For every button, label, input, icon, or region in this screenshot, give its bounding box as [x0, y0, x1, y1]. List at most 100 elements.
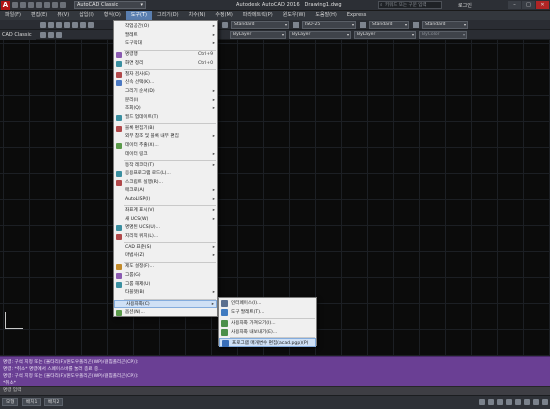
menu-item[interactable]: AutoLISP(I) ▸: [114, 196, 217, 204]
menu-item[interactable]: 새 UCS(W) ▸: [114, 216, 217, 224]
lineweight-select[interactable]: ByLayer ▾: [354, 31, 416, 39]
tab-layout2[interactable]: 배치2: [44, 398, 64, 406]
menu-item[interactable]: 타블렛(B) ▸: [114, 289, 217, 297]
menu-dimension[interactable]: 치수(N): [184, 11, 211, 20]
menu-item[interactable]: 동작 레코더(T) ▸: [114, 162, 217, 170]
redo-icon[interactable]: [60, 2, 66, 8]
tab-model[interactable]: 모형: [2, 398, 19, 406]
table-style-select[interactable]: Standard ▾: [369, 21, 409, 29]
menu-item[interactable]: 철자 검사(E): [114, 71, 217, 79]
print-icon[interactable]: [64, 22, 70, 28]
save-drawing-icon[interactable]: [56, 22, 62, 28]
text-style-select[interactable]: Standard ▾: [231, 21, 289, 29]
grid-toggle-icon[interactable]: [479, 399, 485, 405]
menu-item[interactable]: 명령행 Ctrl+9: [114, 51, 217, 59]
new-icon[interactable]: [12, 2, 18, 8]
save-as-icon[interactable]: [36, 2, 42, 8]
submenu-item[interactable]: 인터페이스(I)...: [219, 299, 316, 308]
customization-icon[interactable]: [542, 399, 548, 405]
undo-icon[interactable]: [52, 2, 58, 8]
layer-state-icon[interactable]: [48, 32, 54, 38]
title-bar: A AutoCAD Classic ▾ Autodesk AutoCAD 201…: [0, 0, 550, 11]
menu-item[interactable]: 분리(I) ▸: [114, 97, 217, 105]
menu-tools[interactable]: 도구(T): [125, 11, 152, 20]
open-drawing-icon[interactable]: [48, 22, 54, 28]
menu-format[interactable]: 형식(O): [99, 11, 126, 20]
search-input[interactable]: ⌕ 키워드 또는 구문 입력: [378, 1, 442, 9]
menu-item[interactable]: 데이터 링크 ▸: [114, 151, 217, 159]
plot-style-select[interactable]: ByColor ▾: [419, 31, 467, 39]
paste-icon[interactable]: [88, 22, 94, 28]
open-icon[interactable]: [20, 2, 26, 8]
workspace-switch-icon[interactable]: [533, 399, 539, 405]
mleader-style-icon[interactable]: [413, 22, 419, 28]
new-drawing-icon[interactable]: [40, 22, 46, 28]
layer-previous-icon[interactable]: [56, 32, 62, 38]
maximize-icon[interactable]: □: [522, 1, 535, 9]
menu-item[interactable]: 데이터 추출(X)...: [114, 142, 217, 150]
menu-item[interactable]: 그리기 순서(D) ▸: [114, 88, 217, 96]
menu-item[interactable]: 작업공간(O) ▸: [114, 23, 217, 31]
menu-item[interactable]: 화면 정리 Ctrl+0: [114, 60, 217, 68]
menu-item[interactable]: 옵션(N)...: [114, 309, 217, 317]
menu-item[interactable]: CAD 표준(S) ▸: [114, 244, 217, 252]
close-icon[interactable]: ✕: [536, 1, 549, 9]
menu-modify[interactable]: 수정(M): [210, 11, 237, 20]
command-input[interactable]: 명령 입력: [0, 386, 550, 395]
osnap-toggle-icon[interactable]: [515, 399, 521, 405]
polar-toggle-icon[interactable]: [506, 399, 512, 405]
menu-help[interactable]: 도움말(H): [310, 11, 341, 20]
menu-item[interactable]: 스크립트 실행(R)...: [114, 179, 217, 187]
linetype-select[interactable]: ByLayer ▾: [289, 31, 351, 39]
copy-icon[interactable]: [80, 22, 86, 28]
menu-file[interactable]: 파일(F): [0, 11, 26, 20]
submenu-item[interactable]: 사용자화 내보내기(E)...: [219, 328, 316, 337]
save-icon[interactable]: [28, 2, 34, 8]
dim-style-icon[interactable]: [293, 22, 299, 28]
cut-icon[interactable]: [72, 22, 78, 28]
menu-item[interactable]: 그룹 해제(U): [114, 281, 217, 289]
menu-item[interactable]: 명명된 UCS(U)...: [114, 224, 217, 232]
layer-properties-icon[interactable]: [40, 32, 46, 38]
menu-parametric[interactable]: 파라메트릭(P): [238, 11, 278, 20]
menu-item[interactable]: 매크로(A) ▸: [114, 187, 217, 195]
submenu-item[interactable]: 프로그램 매개변수 편집(acad.pgp)(P): [219, 338, 316, 347]
menu-item[interactable]: 필드 업데이트(T): [114, 114, 217, 122]
menu-draw[interactable]: 그리기(D): [152, 11, 184, 20]
snap-toggle-icon[interactable]: [488, 399, 494, 405]
autocad-logo-icon[interactable]: A: [1, 1, 10, 10]
menu-item[interactable]: 제도 설정(F)...: [114, 263, 217, 271]
dim-style-select[interactable]: ISO-25 ▾: [302, 21, 356, 29]
menu-item[interactable]: 사용자화(C) ▸: [114, 300, 217, 309]
chevron-down-icon: ▾: [404, 22, 407, 27]
menu-item[interactable]: 도구막대 ▸: [114, 40, 217, 48]
table-style-icon[interactable]: [360, 22, 366, 28]
color-select[interactable]: ByLayer ▾: [230, 31, 286, 39]
menu-item[interactable]: 그룹(G): [114, 272, 217, 280]
menu-insert[interactable]: 삽입(I): [74, 11, 99, 20]
submenu-item[interactable]: 사용자화 가져오기(I)...: [219, 319, 316, 328]
menu-item[interactable]: 마법사(Z) ▸: [114, 252, 217, 260]
minimize-icon[interactable]: –: [508, 1, 521, 9]
menu-view[interactable]: 뷰(V): [52, 11, 74, 20]
menu-item[interactable]: 조회(Q) ▸: [114, 105, 217, 113]
menu-item[interactable]: 외부 참조 및 블록 내부 편집 ▸: [114, 133, 217, 141]
ortho-toggle-icon[interactable]: [497, 399, 503, 405]
menu-express[interactable]: Express: [342, 11, 372, 20]
menu-item[interactable]: 블록 편집기(B): [114, 125, 217, 133]
menu-item[interactable]: 좌표계 표시(V) ▸: [114, 207, 217, 215]
login-button[interactable]: 로그인: [458, 2, 472, 9]
tab-layout1[interactable]: 배치1: [22, 398, 42, 406]
menu-item[interactable]: 신속 선택(K)...: [114, 79, 217, 87]
menu-item[interactable]: 응용프로그램 로드(L)...: [114, 170, 217, 178]
text-style-icon[interactable]: [222, 22, 228, 28]
menu-item[interactable]: 팔레트 ▸: [114, 32, 217, 40]
plot-icon[interactable]: [44, 2, 50, 8]
menu-item[interactable]: 지리적 위치(L)...: [114, 233, 217, 241]
mleader-style-select[interactable]: Standard ▾: [422, 21, 468, 29]
annotation-scale-icon[interactable]: [524, 399, 530, 405]
workspace-select[interactable]: AutoCAD Classic ▾: [74, 1, 146, 9]
menu-edit[interactable]: 편집(E): [26, 11, 52, 20]
submenu-item[interactable]: 도구 팔레트(T)...: [219, 308, 316, 317]
menu-window[interactable]: 윈도우(W): [278, 11, 311, 20]
